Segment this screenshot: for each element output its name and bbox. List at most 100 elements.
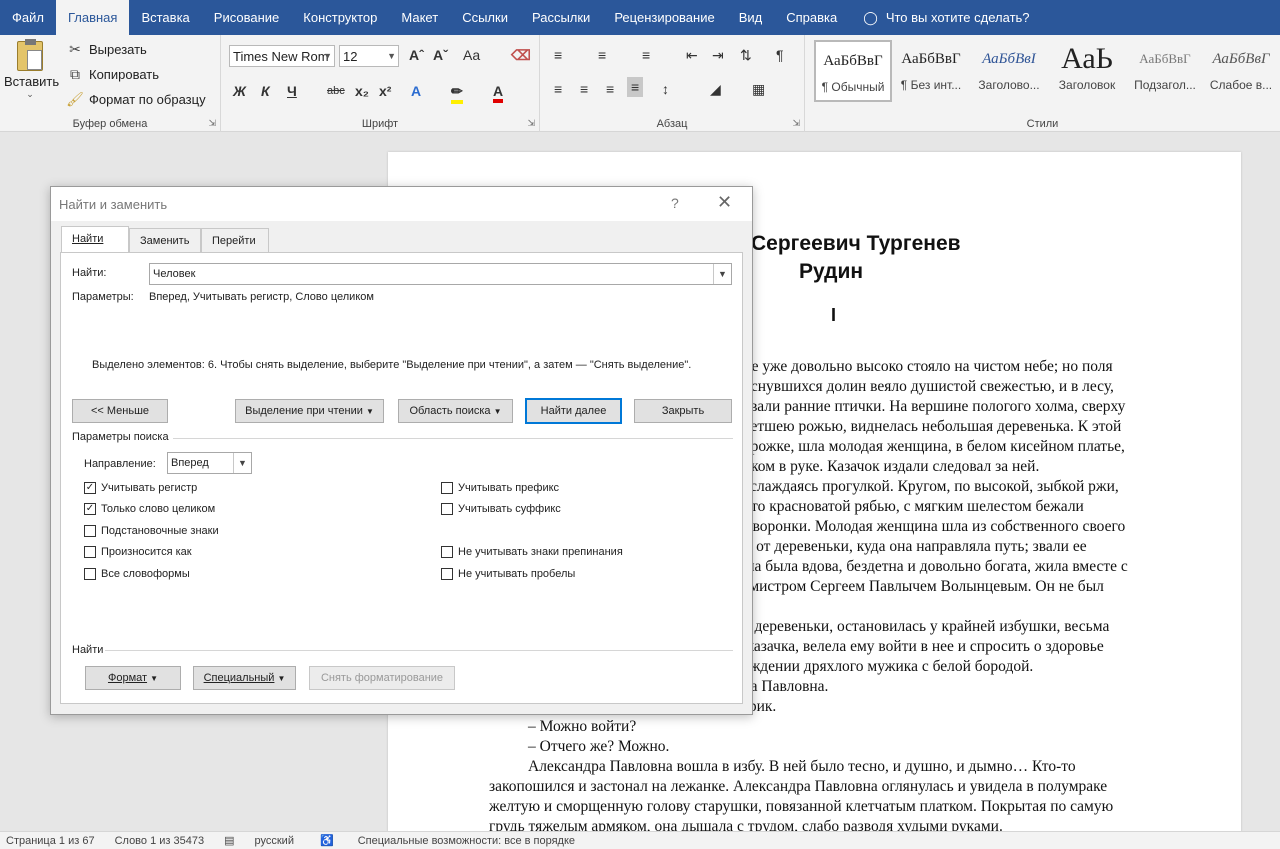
chevron-down-icon[interactable]: ▼ bbox=[713, 264, 731, 284]
checkbox-icon[interactable] bbox=[441, 482, 453, 494]
dialog-launcher-icon[interactable]: ⇲ bbox=[527, 118, 535, 129]
font-name-select[interactable]: Times New Rom ▼ bbox=[229, 45, 335, 67]
superscript-icon[interactable]: x² bbox=[379, 83, 391, 99]
find-next-button[interactable]: Найти далее bbox=[525, 398, 622, 424]
decrease-indent-icon[interactable]: ⇤ bbox=[686, 47, 698, 64]
checkbox-icon[interactable] bbox=[84, 525, 96, 537]
checkbox-icon[interactable] bbox=[84, 546, 96, 558]
style-subtle-emphasis[interactable]: АаБбВвГ Слабое в... bbox=[1202, 40, 1280, 102]
checkmark-icon[interactable]: ✓ bbox=[84, 503, 96, 515]
style-name: ¶ Без инт... bbox=[900, 78, 962, 92]
option-checkbox[interactable]: Не учитывать пробелы bbox=[441, 568, 575, 580]
option-checkbox[interactable]: Учитывать префикс bbox=[441, 482, 559, 494]
multilevel-list-icon[interactable]: ≡ bbox=[642, 47, 650, 63]
reading-highlight-button[interactable]: Выделение при чтении ▼ bbox=[235, 399, 384, 423]
help-button[interactable]: ? bbox=[671, 195, 679, 211]
checkbox-icon[interactable] bbox=[441, 546, 453, 558]
underline-icon[interactable]: Ч bbox=[287, 83, 297, 99]
close-icon[interactable]: ✕ bbox=[717, 192, 732, 213]
format-button[interactable]: Формат ▼ bbox=[85, 666, 181, 690]
subscript-icon[interactable]: x₂ bbox=[355, 83, 369, 99]
style-normal[interactable]: АаБбВвГ ¶ Обычный bbox=[814, 40, 892, 102]
sort-icon[interactable]: ⇅ bbox=[740, 47, 752, 64]
less-button[interactable]: << Меньше bbox=[72, 399, 168, 423]
accessibility-status[interactable]: ♿ Специальные возможности: все в порядке bbox=[314, 834, 589, 848]
special-button[interactable]: Специальный ▼ bbox=[193, 666, 296, 690]
highlight-icon[interactable]: ✏ bbox=[451, 83, 463, 104]
bullets-icon[interactable]: ≡ bbox=[554, 47, 562, 63]
text-effects-icon[interactable]: A bbox=[411, 83, 421, 99]
style-title[interactable]: АаЬ Заголовок bbox=[1048, 40, 1126, 102]
align-left-icon[interactable]: ≡ bbox=[554, 81, 562, 97]
tab-draw[interactable]: Рисование bbox=[202, 0, 291, 35]
language-indicator[interactable]: русский bbox=[255, 835, 294, 847]
bold-icon[interactable]: Ж bbox=[233, 83, 246, 99]
option-checkbox[interactable]: Все словоформы bbox=[84, 568, 190, 580]
grow-font-icon[interactable]: Aˆ bbox=[409, 47, 424, 63]
style-no-spacing[interactable]: АаБбВвГ ¶ Без инт... bbox=[892, 40, 970, 102]
borders-icon[interactable]: ▦ bbox=[752, 81, 765, 98]
option-checkbox[interactable]: Не учитывать знаки препинания bbox=[441, 546, 623, 558]
cut-button[interactable]: ✂ Вырезать bbox=[66, 40, 147, 58]
style-subtitle[interactable]: АаБбВвГ Подзагол... bbox=[1126, 40, 1204, 102]
tab-replace[interactable]: Заменить bbox=[129, 228, 201, 252]
tab-mailings[interactable]: Рассылки bbox=[520, 0, 602, 35]
word-count[interactable]: Слово 1 из 35473 bbox=[115, 835, 205, 847]
paragraph-group-label: Абзац bbox=[656, 118, 688, 130]
format-painter-button[interactable]: 🖌 Формат по образцу bbox=[66, 90, 205, 108]
copy-button[interactable]: ⧉ Копировать bbox=[66, 65, 159, 83]
scissors-icon: ✂ bbox=[69, 40, 81, 57]
option-checkbox[interactable]: Учитывать суффикс bbox=[441, 503, 561, 515]
pilcrow-icon[interactable]: ¶ bbox=[776, 47, 784, 63]
tab-references[interactable]: Ссылки bbox=[450, 0, 520, 35]
close-button[interactable]: Закрыть bbox=[634, 399, 732, 423]
checkmark-icon[interactable]: ✓ bbox=[84, 482, 96, 494]
change-case-icon[interactable]: Aa bbox=[463, 47, 480, 63]
direction-select[interactable]: Вперед ▼ bbox=[167, 452, 252, 474]
numbering-icon[interactable]: ≡ bbox=[598, 47, 606, 63]
checkbox-icon[interactable] bbox=[441, 568, 453, 580]
proofing-icon[interactable]: ▤ bbox=[224, 834, 234, 847]
find-input[interactable]: Человек ▼ bbox=[149, 263, 732, 285]
tab-view[interactable]: Вид bbox=[727, 0, 775, 35]
justify-icon[interactable]: ≡ bbox=[627, 77, 644, 97]
tell-me-box[interactable]: ◯ Что вы хотите сделать? bbox=[849, 0, 1029, 35]
option-checkbox[interactable]: ✓ Только слово целиком bbox=[84, 503, 215, 515]
direction-value: Вперед bbox=[171, 457, 209, 469]
clear-formatting-icon[interactable]: ⌫ bbox=[511, 47, 531, 64]
option-checkbox[interactable]: Подстановочные знаки bbox=[84, 525, 219, 537]
line-spacing-icon[interactable]: ↕ bbox=[662, 81, 669, 97]
increase-indent-icon[interactable]: ⇥ bbox=[712, 47, 724, 64]
align-right-icon[interactable]: ≡ bbox=[606, 81, 614, 97]
tab-goto[interactable]: Перейти bbox=[201, 228, 269, 252]
tab-insert[interactable]: Вставка bbox=[129, 0, 201, 35]
option-checkbox[interactable]: ✓ Учитывать регистр bbox=[84, 482, 197, 494]
clear-format-button[interactable]: Снять форматирование bbox=[309, 666, 455, 690]
paste-button[interactable]: Вставить ⌄ bbox=[4, 39, 59, 100]
strikethrough-icon[interactable]: abc bbox=[327, 85, 345, 97]
option-checkbox[interactable]: Произносится как bbox=[84, 546, 192, 558]
tab-design[interactable]: Конструктор bbox=[291, 0, 389, 35]
page-count[interactable]: Страница 1 из 67 bbox=[6, 835, 95, 847]
dialog-launcher-icon[interactable]: ⇲ bbox=[208, 118, 216, 129]
font-size-select[interactable]: 12 ▼ bbox=[339, 45, 399, 67]
font-color-icon[interactable]: A bbox=[493, 83, 504, 103]
clipboard-group-label: Буфер обмена bbox=[72, 118, 148, 130]
shrink-font-icon[interactable]: Aˇ bbox=[433, 47, 448, 63]
dialog-launcher-icon[interactable]: ⇲ bbox=[792, 118, 800, 129]
tab-find[interactable]: Найти bbox=[61, 226, 129, 253]
shading-icon[interactable]: ◢ bbox=[710, 81, 721, 98]
tab-home[interactable]: Главная bbox=[55, 0, 130, 35]
tab-review[interactable]: Рецензирование bbox=[602, 0, 726, 35]
tab-layout[interactable]: Макет bbox=[389, 0, 450, 35]
align-center-icon[interactable]: ≡ bbox=[580, 81, 588, 97]
tab-file[interactable]: Файл bbox=[0, 0, 56, 35]
option-label: Не учитывать пробелы bbox=[458, 568, 576, 580]
style-heading1[interactable]: АаБбВвІ Заголово... bbox=[970, 40, 1048, 102]
checkbox-icon[interactable] bbox=[441, 503, 453, 515]
search-in-button[interactable]: Область поиска ▼ bbox=[398, 399, 513, 423]
italic-icon[interactable]: К bbox=[261, 83, 270, 99]
tab-help[interactable]: Справка bbox=[774, 0, 849, 35]
lightbulb-icon: ◯ bbox=[863, 9, 878, 25]
checkbox-icon[interactable] bbox=[84, 568, 96, 580]
